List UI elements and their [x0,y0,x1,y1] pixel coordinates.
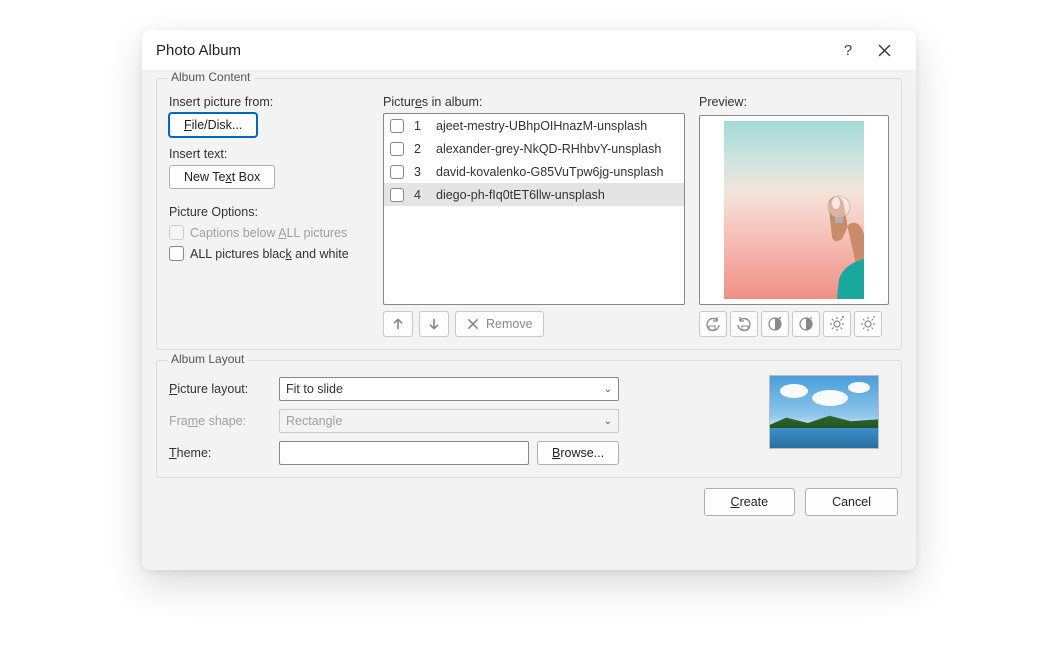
dialog-title: Photo Album [156,42,830,59]
list-item-number: 2 [414,142,426,156]
list-item-checkbox[interactable] [390,119,404,133]
list-item-checkbox[interactable] [390,142,404,156]
close-button[interactable] [866,30,902,70]
list-item[interactable]: 2 alexander-grey-NkQD-RHhbvY-unsplash [384,137,684,160]
help-button[interactable]: ? [830,30,866,70]
list-item-number: 4 [414,188,426,202]
preview-image [724,121,864,299]
create-button[interactable]: Create [704,488,796,516]
caret-down-icon: ⌄ [604,416,612,427]
contrast-up-button[interactable] [761,311,789,337]
remove-button[interactable]: Remove [455,311,544,337]
browse-button[interactable]: Browse... [537,441,619,465]
list-item-name: david-kovalenko-G85VuTpw6jg-unsplash [436,165,663,179]
theme-label: Theme: [169,446,269,460]
new-text-box-button[interactable]: New Text Box [169,165,275,189]
brightness-up-button[interactable] [823,311,851,337]
bw-checkbox-row[interactable]: ALL pictures black and white [169,246,369,261]
layout-preview-image [769,375,879,449]
list-item-name: diego-ph-fIq0tET6llw-unsplash [436,188,605,202]
insert-text-label: Insert text: [169,147,369,161]
brightness-down-button[interactable] [854,311,882,337]
album-content-legend: Album Content [167,70,254,84]
captions-label: Captions below ALL pictures [190,226,347,240]
list-item-checkbox[interactable] [390,165,404,179]
photo-album-dialog: Photo Album ? Album Content Insert pictu… [142,30,916,570]
cancel-button[interactable]: Cancel [805,488,898,516]
preview-label: Preview: [699,95,889,109]
preview-box [699,115,889,305]
list-item-name: ajeet-mestry-UBhpOIHnazM-unsplash [436,119,647,133]
list-item-number: 1 [414,119,426,133]
file-disk-button[interactable]: File/Disk... [169,113,257,137]
titlebar: Photo Album ? [142,30,916,70]
rotate-right-button[interactable] [730,311,758,337]
picture-layout-label: Picture layout: [169,382,269,396]
list-item-number: 3 [414,165,426,179]
rotate-left-button[interactable] [699,311,727,337]
list-item[interactable]: 3 david-kovalenko-G85VuTpw6jg-unsplash [384,160,684,183]
pictures-in-album-label: Pictures in album: [383,95,685,109]
album-layout-legend: Album Layout [167,352,248,366]
list-item-checkbox[interactable] [390,188,404,202]
captions-checkbox [169,225,184,240]
insert-picture-label: Insert picture from: [169,95,369,109]
list-item[interactable]: 4 diego-ph-fIq0tET6llw-unsplash [384,183,684,206]
frame-shape-select: Rectangle ⌄ [279,409,619,433]
picture-layout-select[interactable]: Fit to slide ⌄ [279,377,619,401]
picture-options-label: Picture Options: [169,205,369,219]
move-down-button[interactable] [419,311,449,337]
contrast-down-button[interactable] [792,311,820,337]
move-up-button[interactable] [383,311,413,337]
bw-checkbox[interactable] [169,246,184,261]
captions-checkbox-row: Captions below ALL pictures [169,225,369,240]
caret-down-icon: ⌄ [604,384,612,395]
list-item[interactable]: 1 ajeet-mestry-UBhpOIHnazM-unsplash [384,114,684,137]
frame-shape-label: Frame shape: [169,414,269,428]
list-item-name: alexander-grey-NkQD-RHhbvY-unsplash [436,142,661,156]
theme-input[interactable] [279,441,529,465]
pictures-listbox[interactable]: 1 ajeet-mestry-UBhpOIHnazM-unsplash 2 alexa… [383,113,685,305]
bw-label: ALL pictures black and white [190,247,349,261]
